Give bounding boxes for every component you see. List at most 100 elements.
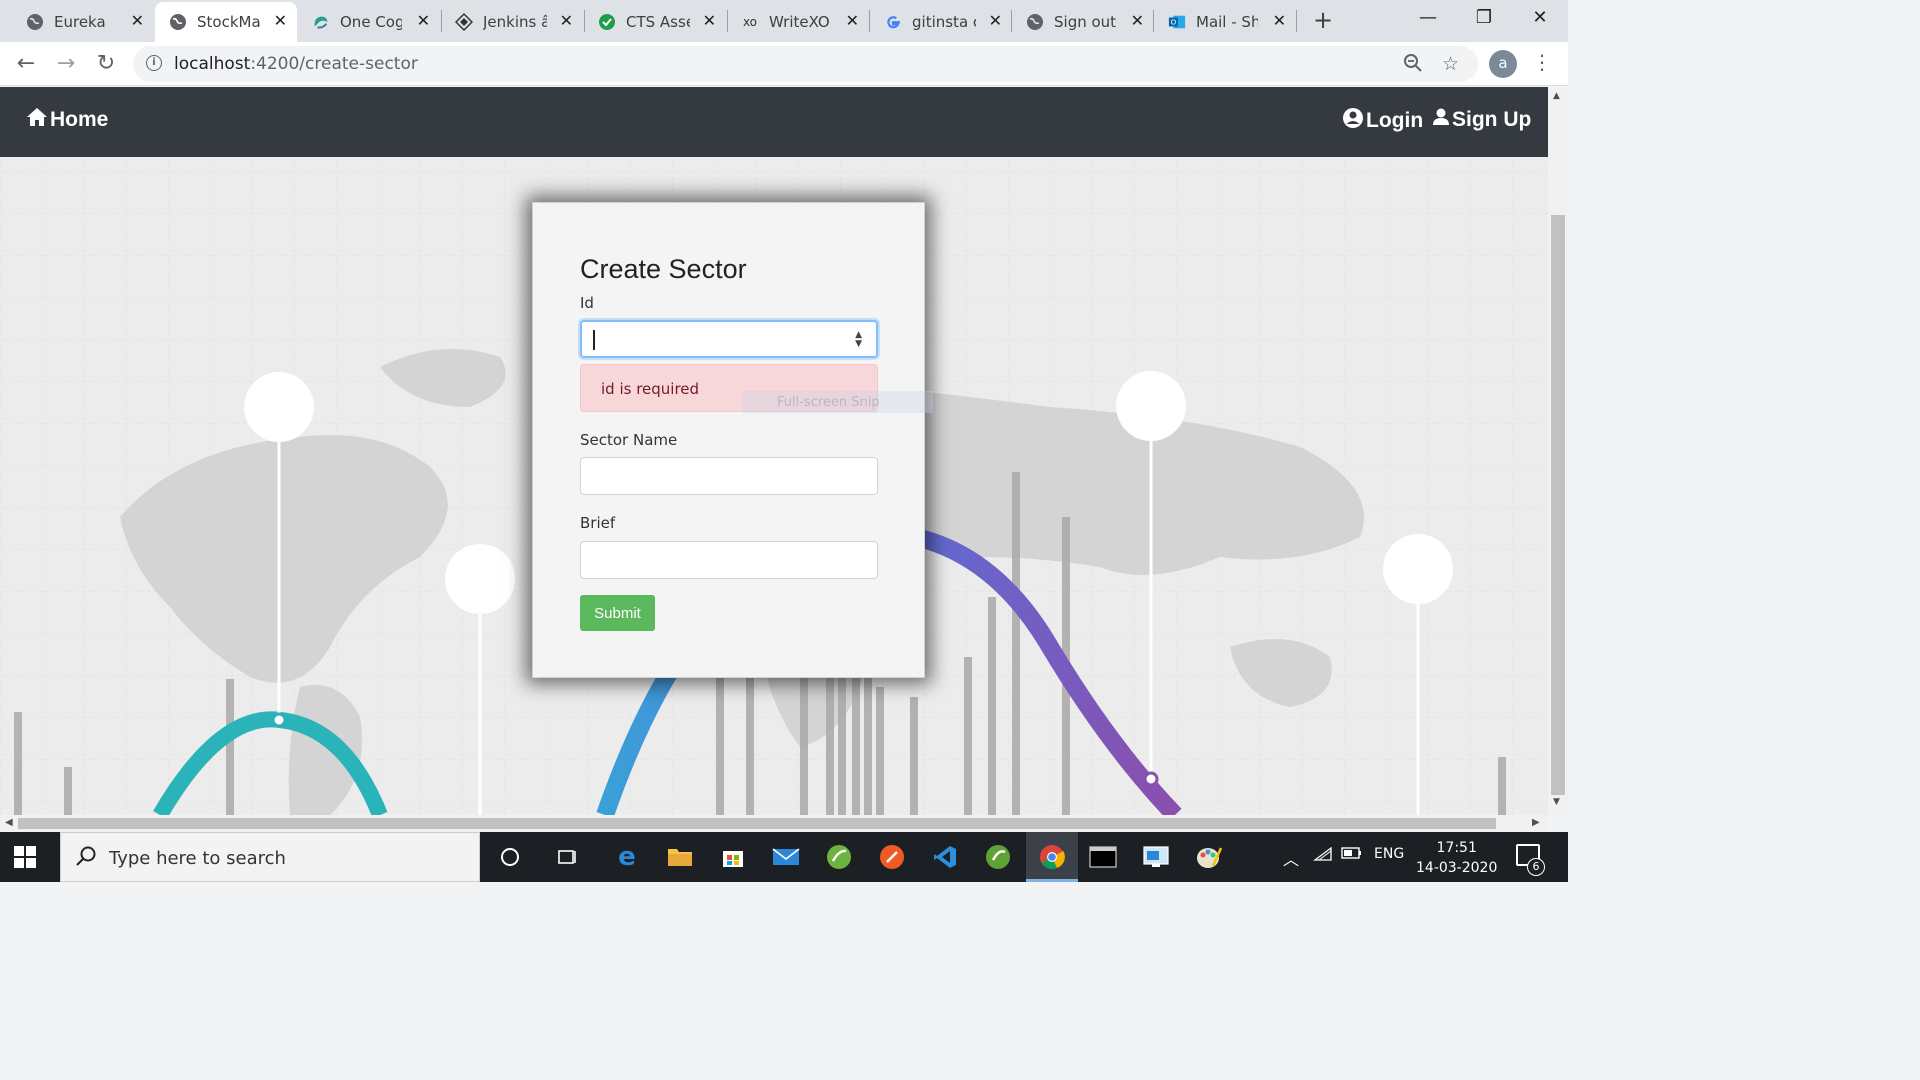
store-icon[interactable] [718, 842, 748, 872]
number-spinner-icon[interactable]: ▲ ▼ [855, 331, 862, 349]
page-title: Create Sector [580, 254, 747, 284]
system-clock[interactable]: 17:51 14-03-2020 [1416, 838, 1497, 878]
spring-boot-icon[interactable] [983, 842, 1013, 872]
minimize-icon[interactable]: — [1400, 4, 1456, 34]
close-icon[interactable]: ✕ [1131, 11, 1144, 30]
url-text: localhost:4200/create-sector [174, 54, 418, 74]
tab-title: Mail - Shi [1196, 13, 1258, 31]
tab-title: One Cognizant [340, 13, 402, 31]
tray-expand-icon[interactable]: ︿ [1283, 846, 1299, 870]
tab-title: Sign out [1054, 13, 1117, 31]
notification-count-badge: 6 [1527, 858, 1545, 876]
brief-label: Brief [580, 514, 616, 532]
close-window-icon[interactable]: ✕ [1512, 4, 1568, 34]
file-explorer-icon[interactable] [665, 842, 695, 872]
browser-tab[interactable]: One Cognizant ✕ [298, 2, 440, 42]
battery-icon[interactable] [1341, 846, 1363, 864]
brief-input[interactable] [580, 541, 878, 579]
bookmark-star-icon[interactable]: ☆ [1442, 53, 1459, 75]
vertical-scrollbar[interactable]: ▲ ▼ [1548, 87, 1568, 815]
browser-tab[interactable]: xo WriteXO ✕ [727, 2, 869, 42]
check-icon [598, 13, 616, 31]
id-label: Id [580, 294, 594, 312]
browser-tab[interactable]: O Mail - Shi ✕ [1154, 2, 1296, 42]
site-info-icon[interactable]: i [146, 55, 162, 71]
close-icon[interactable]: ✕ [846, 11, 859, 30]
remote-desktop-icon[interactable] [1141, 842, 1171, 872]
browser-tab[interactable]: Eureka ✕ [12, 2, 154, 42]
forward-arrow-icon[interactable]: → [52, 50, 80, 78]
submit-button[interactable]: Submit [580, 595, 655, 631]
chrome-icon[interactable] [1037, 842, 1067, 872]
browser-tab[interactable]: CTS Assessment ✕ [584, 2, 726, 42]
zoom-icon[interactable] [1403, 53, 1423, 78]
cognizant-icon [312, 13, 330, 31]
login-link[interactable]: Login [1342, 107, 1423, 135]
back-arrow-icon[interactable]: ← [12, 50, 40, 78]
svg-text:O: O [1171, 18, 1177, 27]
home-icon [26, 107, 48, 133]
id-input[interactable]: ▲ ▼ [580, 320, 878, 358]
scroll-left-icon[interactable]: ◀ [5, 817, 13, 828]
sector-name-input[interactable] [580, 457, 878, 495]
tab-title: Eureka [54, 13, 106, 31]
close-icon[interactable]: ✕ [1273, 11, 1286, 30]
page-viewport: Home Login Sign Up Create Sector Id ▲ ▼ i… [0, 87, 1548, 815]
windows-start-icon[interactable] [14, 846, 36, 868]
home-link[interactable]: Home [26, 107, 108, 133]
search-placeholder: Type here to search [109, 848, 286, 869]
close-icon[interactable]: ✕ [274, 11, 287, 30]
browser-tab-active[interactable]: StockMarket ✕ [155, 2, 297, 42]
user-circle-icon [1342, 107, 1364, 135]
scroll-up-icon[interactable]: ▲ [1553, 91, 1560, 101]
clock-date: 14-03-2020 [1416, 860, 1498, 876]
home-link-label: Home [50, 108, 109, 131]
reload-icon[interactable]: ↻ [92, 50, 120, 78]
tab-divider [1296, 10, 1297, 32]
browser-tab[interactable]: Jenkins â€ ✕ [441, 2, 583, 42]
tab-divider [869, 10, 870, 32]
language-indicator[interactable]: ENG [1374, 846, 1404, 862]
edge-icon[interactable]: e [612, 842, 642, 872]
profile-avatar[interactable]: a [1489, 50, 1517, 78]
text-caret [593, 330, 595, 350]
vscode-icon[interactable] [930, 842, 960, 872]
tab-divider [1153, 10, 1154, 32]
signup-link[interactable]: Sign Up [1432, 107, 1531, 133]
taskbar-search-box[interactable]: Type here to search [60, 832, 480, 882]
mail-icon[interactable] [771, 842, 801, 872]
wifi-icon[interactable] [1313, 846, 1333, 866]
tab-divider [1011, 10, 1012, 32]
restore-icon[interactable]: ❐ [1456, 4, 1512, 34]
paint-icon[interactable] [1194, 842, 1224, 872]
url-path: :4200/create-sector [250, 54, 418, 74]
tab-divider [727, 10, 728, 32]
login-link-label: Login [1366, 109, 1424, 132]
browser-toolbar: ← → ↻ i localhost:4200/create-sector ☆ a… [0, 42, 1568, 86]
new-tab-icon[interactable]: + [1310, 6, 1336, 34]
close-icon[interactable]: ✕ [560, 11, 573, 30]
browser-tab[interactable]: gitinsta co ✕ [870, 2, 1012, 42]
horizontal-scroll-thumb[interactable] [18, 818, 1496, 829]
horizontal-scrollbar[interactable]: ◀ ▶ [0, 815, 1548, 832]
postman-icon[interactable] [877, 842, 907, 872]
address-bar[interactable]: i localhost:4200/create-sector ☆ [133, 46, 1478, 82]
url-host: localhost [174, 54, 251, 74]
browser-tab-strip: Eureka ✕ StockMarket ✕ One Cognizant ✕ J… [0, 0, 1568, 42]
spring-tool-icon[interactable] [824, 842, 854, 872]
terminal-icon[interactable] [1088, 842, 1118, 872]
close-icon[interactable]: ✕ [417, 11, 430, 30]
browser-tab[interactable]: Sign out ✕ [1012, 2, 1154, 42]
cortana-icon[interactable] [495, 842, 525, 872]
close-icon[interactable]: ✕ [131, 11, 144, 30]
jenkins-icon [455, 13, 473, 31]
close-icon[interactable]: ✕ [989, 11, 1002, 30]
scroll-right-icon[interactable]: ▶ [1532, 817, 1540, 828]
task-view-icon[interactable] [553, 842, 583, 872]
globe-icon [1026, 13, 1044, 31]
close-icon[interactable]: ✕ [703, 11, 716, 30]
vertical-scroll-thumb[interactable] [1551, 215, 1565, 795]
menu-kebab-icon[interactable]: ⋮ [1532, 50, 1552, 74]
globe-icon [26, 13, 44, 31]
scroll-down-icon[interactable]: ▼ [1553, 797, 1560, 807]
